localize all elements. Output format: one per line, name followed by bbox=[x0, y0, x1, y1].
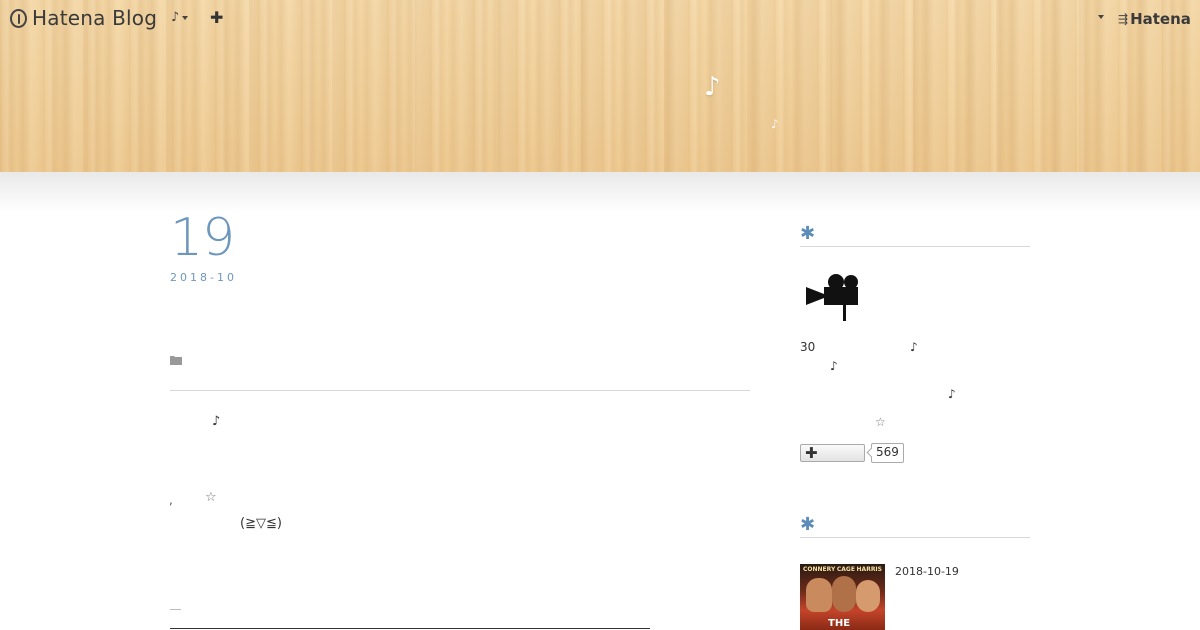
recent-entry-thumbnail[interactable]: CONNERY CAGE HARRIS THE bbox=[800, 564, 885, 630]
menu-note-label: ♪ bbox=[171, 10, 180, 25]
user-menu-chevron-icon[interactable] bbox=[1098, 15, 1104, 19]
subscribe-widget: ✚ 569 bbox=[800, 443, 904, 463]
poster-title: THE bbox=[828, 618, 851, 629]
profile-text-star: ☆ bbox=[875, 415, 886, 429]
asterisk-icon: ✱ bbox=[800, 223, 816, 244]
blog-title-note[interactable]: ♪ bbox=[704, 72, 721, 102]
poster-cast-names: CONNERY CAGE HARRIS bbox=[803, 566, 882, 573]
profile-text-note-1: ♪ bbox=[910, 340, 918, 354]
entry-body-note: ♪ bbox=[212, 414, 221, 429]
entry-body-kaomoji: (≧▽≦) bbox=[240, 516, 282, 531]
hatena-pen-icon bbox=[10, 8, 27, 28]
poster-face bbox=[806, 578, 832, 612]
poster-face bbox=[856, 580, 880, 612]
asterisk-icon: ✱ bbox=[800, 514, 816, 535]
entry-date-year-month[interactable]: 2018-10 bbox=[170, 271, 237, 284]
entry-title-divider bbox=[170, 390, 750, 391]
chevron-down-icon bbox=[182, 15, 189, 20]
recent-entry-date[interactable]: 2018-10-19 bbox=[895, 565, 959, 578]
sidebar-section-recent-heading: ✱ bbox=[800, 515, 1030, 538]
header-shadow bbox=[0, 172, 1200, 212]
logo-text: Hatena Blog bbox=[32, 6, 158, 30]
blog-header bbox=[0, 0, 1200, 172]
poster-face bbox=[832, 576, 856, 612]
subscriber-count[interactable]: 569 bbox=[871, 443, 904, 463]
poster-name: CONNERY bbox=[803, 566, 836, 573]
entry-body-star: ☆ bbox=[205, 490, 217, 505]
profile-text-note-2: ♪ bbox=[830, 359, 838, 373]
hatena-text: Hatena bbox=[1130, 10, 1191, 28]
entry-long-divider bbox=[170, 628, 650, 629]
folder-icon bbox=[170, 356, 182, 365]
blog-description-note: ♪ bbox=[771, 117, 779, 131]
subscribe-button[interactable]: ✚ bbox=[800, 444, 865, 462]
profile-text-number: 30 bbox=[800, 340, 816, 354]
hatena-account-link[interactable]: ⇶ Hatena bbox=[1118, 10, 1191, 28]
hatena-logo-icon: ⇶ bbox=[1118, 12, 1128, 26]
sidebar-section-profile-heading: ✱ bbox=[800, 224, 1030, 247]
entry-short-divider bbox=[170, 609, 181, 610]
entry-date-day[interactable]: 19 bbox=[170, 208, 235, 268]
poster-name: HARRIS bbox=[856, 566, 882, 573]
poster-name: CAGE bbox=[836, 566, 855, 573]
entry-body-comma: , bbox=[169, 493, 173, 507]
movie-camera-icon[interactable] bbox=[806, 272, 862, 322]
write-post-button[interactable]: ✚ bbox=[210, 8, 223, 27]
profile-text-note-3: ♪ bbox=[948, 387, 956, 401]
plus-icon: ✚ bbox=[805, 444, 818, 462]
hatena-blog-logo[interactable]: Hatena Blog bbox=[10, 6, 157, 30]
blog-menu-dropdown[interactable]: ♪ bbox=[171, 10, 189, 25]
